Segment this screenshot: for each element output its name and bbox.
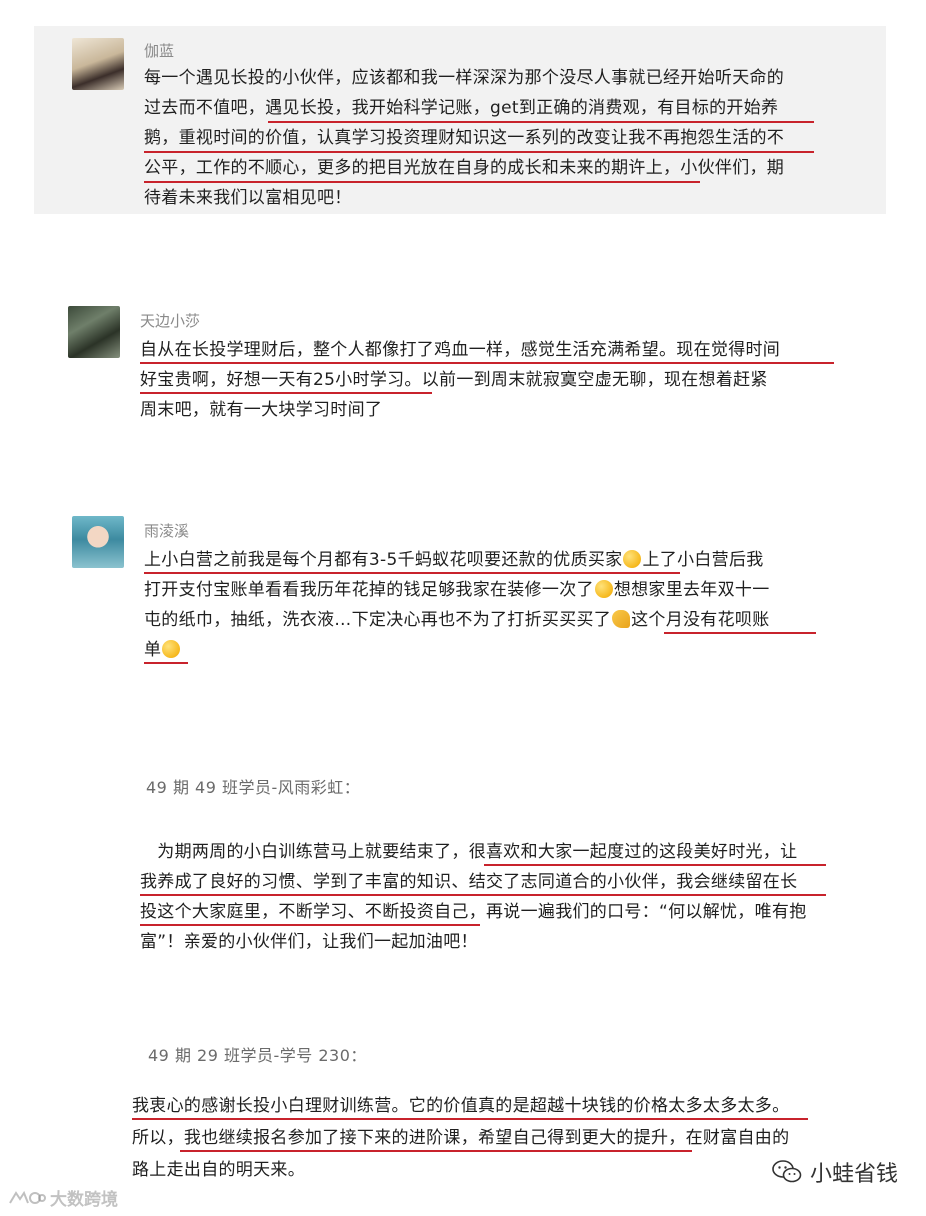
comment-text: 上小白营之前我是每个月都有3-5千蚂蚁花呗要还款的优质买家 <box>144 550 623 570</box>
comment-text: 上了小白营后我 <box>642 550 764 570</box>
comment-line: 好宝贵啊，好想一天有25小时学习。以前一到周末就寂寞空虚无聊，现在想着赶紧 <box>140 370 768 390</box>
avatar[interactable] <box>72 516 124 568</box>
laughing-tears-emoji-icon <box>594 580 613 598</box>
comment-line: 鹅，重视时间的价值，认真学习投资理财知识这一系列的改变让我不再抱怨生活的不 <box>144 128 785 148</box>
comment-line: 待着未来我们以富相见吧！ <box>144 188 352 208</box>
watermark-text: 大数跨境 <box>50 1190 118 1210</box>
flexed-biceps-emoji-icon <box>612 610 631 628</box>
highlight-underline <box>180 1150 692 1152</box>
comment-line: 公平，工作的不顺心，更多的把目光放在自身的成长和未来的期许上，小伙伴们，期 <box>144 158 785 178</box>
avatar[interactable] <box>68 306 120 358</box>
watermark-logo-icon <box>9 1190 46 1204</box>
comment-line: 上小白营之前我是每个月都有3-5千蚂蚁花呗要还款的优质买家 上了小白营后我 <box>144 548 764 572</box>
comment-line: 打开支付宝账单看看我历年花掉的钱足够我家在装修一次了 想想家里去年双十一 <box>144 578 770 602</box>
avatar[interactable] <box>72 38 124 90</box>
watermark: 大数跨境 <box>8 1185 118 1210</box>
highlight-underline <box>144 662 188 664</box>
wechat-icon <box>772 1160 802 1183</box>
comment-line: 周末吧，就有一大块学习时间了 <box>140 400 383 420</box>
comment-text: 单 <box>144 640 162 660</box>
comment-text: 屯的纸巾，抽纸，洗衣液…下定决心再也不为了打折买买买了 <box>144 610 612 630</box>
testimonial-header: 49 期 49 班学员-风雨彩虹： <box>146 778 361 797</box>
highlight-underline <box>144 572 680 574</box>
commenter-name[interactable]: 雨淩溪 <box>144 520 189 541</box>
highlight-underline <box>132 1118 808 1120</box>
highlight-underline <box>140 894 826 896</box>
brand-signature: 小蛙省钱 <box>772 1156 898 1188</box>
comment-text: 这个月没有花呗账 <box>631 610 770 630</box>
testimonial-line: 富”！亲爱的小伙伴们，让我们一起加油吧！ <box>140 932 478 952</box>
comment-line: 单 <box>144 638 181 662</box>
testimonial-header: 49 期 29 班学员-学号 230： <box>148 1046 367 1065</box>
brand-name: 小蛙省钱 <box>809 1162 898 1187</box>
commenter-name[interactable]: 伽蓝 <box>144 40 174 61</box>
comment-line: 每一个遇见长投的小伙伴，应该都和我一样深深为那个没尽人事就已经开始听天命的 <box>144 68 785 88</box>
grinning-emoji-icon <box>623 550 642 568</box>
highlight-underline <box>268 121 814 123</box>
testimonial-line: 路上走出自的明天来。 <box>132 1160 305 1180</box>
testimonial-line: 我衷心的感谢长投小白理财训练营。它的价值真的是超越十块钱的价格太多太多太多。 <box>132 1096 790 1116</box>
highlight-underline <box>140 924 480 926</box>
testimonial-line: 我养成了良好的习惯、学到了丰富的知识、结交了志同道合的小伙伴，我会继续留在长 <box>140 872 798 892</box>
highlight-underline <box>144 181 700 183</box>
comment-line: 自从在长投学理财后，整个人都像打了鸡血一样，感觉生活充满希望。现在觉得时间 <box>140 340 781 360</box>
highlight-underline <box>144 151 814 153</box>
comment-line: 过去而不值吧，遇见长投，我开始科学记账，get到正确的消费观，有目标的开始养 <box>144 98 779 118</box>
comment-text: 想想家里去年双十一 <box>613 580 770 600</box>
smiling-emoji-icon <box>162 640 181 658</box>
highlight-underline <box>140 362 834 364</box>
comment-text: 打开支付宝账单看看我历年花掉的钱足够我家在装修一次了 <box>144 580 594 600</box>
highlight-underline <box>140 392 432 394</box>
highlight-underline <box>664 632 816 634</box>
comment-line: 屯的纸巾，抽纸，洗衣液…下定决心再也不为了打折买买买了 这个月没有花呗账 <box>144 608 770 632</box>
highlight-underline <box>484 864 826 866</box>
testimonial-line: 所以，我也继续报名参加了接下来的进阶课，希望自己得到更大的提升，在财富自由的 <box>132 1128 790 1148</box>
commenter-name[interactable]: 天边小莎 <box>140 310 200 331</box>
testimonial-line: 投这个大家庭里，不断学习、不断投资自己，再说一遍我们的口号：“何以解忧，唯有抱 <box>140 902 807 922</box>
testimonial-line: 为期两周的小白训练营马上就要结束了，很喜欢和大家一起度过的这段美好时光，让 <box>140 842 798 862</box>
